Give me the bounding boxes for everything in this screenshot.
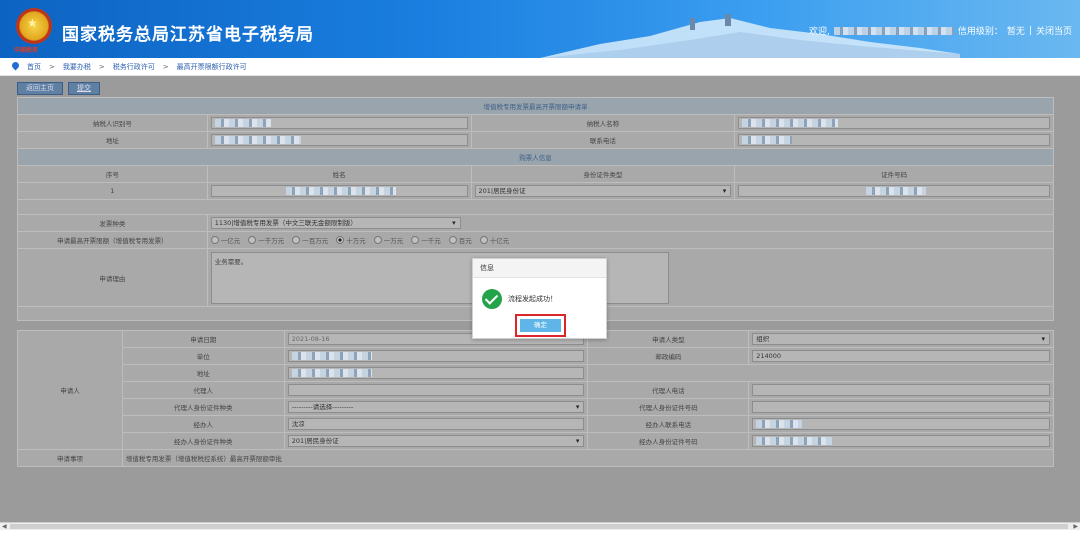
col-header-id-type: 身份证件类型 [470, 165, 736, 183]
unit-field [287, 350, 585, 362]
handler-id-no-field[interactable] [752, 435, 1050, 447]
limit-radio[interactable]: 一千元 [411, 235, 441, 245]
taxpayer-name-field [738, 117, 1050, 129]
user-bar: 欢迎, 信用级别： 暂无 | 关闭当页 [809, 24, 1072, 38]
dialog-body: 流程发起成功！ [482, 289, 557, 309]
ok-button-highlight: 确定 [515, 314, 566, 337]
limit-radio[interactable]: 一百万元 [292, 235, 328, 245]
buyer-index: 1 [17, 182, 208, 200]
buyer-section-title: 购票人信息 [17, 148, 1054, 166]
postcode-label: 邮政编码 [587, 347, 750, 365]
col-header-index: 序号 [17, 165, 208, 183]
applicant-type-label: 申请人类型 [587, 330, 750, 348]
agent-phone-field[interactable] [752, 384, 1050, 396]
submit-button[interactable]: 提交 [68, 82, 100, 95]
limit-label: 申请最高开票限额（增值税专用发票） [17, 231, 208, 249]
credit-label: 信用级别： [957, 27, 1003, 37]
applicant-group-label: 申请人 [17, 330, 123, 450]
postcode-field[interactable]: 214000 [752, 350, 1050, 362]
handler-phone-field[interactable] [752, 418, 1050, 430]
credit-value: 暂无 [1006, 27, 1025, 37]
limit-radio[interactable]: 百元 [449, 235, 472, 245]
empty-cell [587, 364, 1054, 382]
info-dialog: 信息 流程发起成功！ 确定 [472, 258, 607, 339]
scrollbar-thumb[interactable] [10, 524, 1068, 529]
user-name-redacted [833, 26, 954, 35]
handler-id-type-label: 经办人身份证件种类 [121, 432, 285, 450]
home-button[interactable]: 返回主页 [17, 82, 63, 95]
breadcrumb-sep: > [162, 62, 169, 71]
buyer-id-no-field[interactable] [738, 185, 1050, 197]
handler-id-no-label: 经办人身份证件号码 [587, 432, 750, 450]
breadcrumb-home[interactable]: 首页 [27, 62, 41, 72]
col-header-id-no: 证件号码 [734, 165, 1054, 183]
limit-radio[interactable]: 一亿元 [211, 235, 241, 245]
reason-label: 申请理由 [17, 248, 208, 307]
buyer-id-type-select[interactable]: 201|居民身份证 [474, 185, 732, 197]
buyer-name-field[interactable] [210, 185, 468, 197]
limit-radio[interactable]: 一千万元 [248, 235, 284, 245]
close-page-link[interactable]: 关闭当页 [1036, 24, 1072, 37]
address-label: 地址 [17, 131, 208, 149]
success-check-icon [482, 289, 502, 309]
spacer-row [17, 199, 1054, 215]
phone-label: 联系电话 [470, 131, 736, 149]
toolbar: 返回主页 提交 [17, 82, 100, 95]
handler-field[interactable]: 沈凉 [287, 418, 585, 430]
applicant-address-field[interactable] [287, 367, 585, 379]
dialog-message: 流程发起成功！ [508, 295, 557, 303]
matter-value: 增值税专用发票（增值税税控系统）最高开票限额审批 [121, 449, 1055, 467]
divider: | [1028, 25, 1032, 36]
limit-radio[interactable]: 一万元 [374, 235, 404, 245]
taxpayer-name-label: 纳税人名称 [470, 114, 736, 132]
handler-id-type-select[interactable]: 201|居民身份证 [287, 435, 585, 447]
site-header: ★ 中国税务 国家税务总局江苏省电子税务局 欢迎, 信用级别： 暂无 | 关闭当… [0, 0, 1080, 58]
handler-phone-label: 经办人联系电话 [587, 415, 750, 433]
welcome-text: 欢迎, [809, 27, 830, 37]
star-icon: ★ [27, 16, 38, 30]
agent-id-no-field[interactable] [752, 401, 1050, 413]
taxpayer-id-label: 纳税人识别号 [17, 114, 208, 132]
location-pin-icon [12, 62, 19, 71]
applicant-table: 申请人 申请日期 2021-08-16 申请人类型 组织 单位 邮政编码 214… [17, 330, 1055, 467]
taxpayer-id-field [210, 117, 468, 129]
applicant-type-select[interactable]: 组织 [752, 333, 1050, 345]
horizontal-scrollbar[interactable]: ◀ ▶ [0, 522, 1080, 530]
invoice-type-select[interactable]: 1130|增值税专用发票（中文三联无金额限制版） [210, 217, 461, 229]
matter-label: 申请事项 [17, 449, 123, 467]
agent-phone-label: 代理人电话 [587, 381, 750, 399]
breadcrumb-current[interactable]: 最高开票限额行政许可 [177, 62, 247, 72]
scroll-right-icon[interactable]: ▶ [1073, 523, 1078, 530]
breadcrumb-sep: > [49, 62, 55, 71]
breadcrumb-item[interactable]: 我要办税 [63, 62, 91, 72]
applicant-address-label: 地址 [121, 364, 285, 382]
agent-field[interactable] [287, 384, 585, 396]
phone-field [738, 134, 1050, 146]
unit-label: 单位 [121, 347, 285, 365]
handler-label: 经办人 [121, 415, 285, 433]
scroll-left-icon[interactable]: ◀ [2, 523, 7, 530]
agent-id-type-select[interactable]: ---------请选择--------- [287, 401, 585, 413]
limit-radio-selected[interactable]: 十万元 [336, 235, 366, 245]
site-title: 国家税务总局江苏省电子税务局 [62, 25, 314, 45]
limit-radio[interactable]: 十亿元 [480, 235, 510, 245]
breadcrumb-sep: > [98, 62, 105, 71]
agent-label: 代理人 [121, 381, 285, 399]
agent-id-type-label: 代理人身份证件种类 [121, 398, 285, 416]
breadcrumb-item[interactable]: 税务行政许可 [113, 62, 155, 72]
table-row: 1 201|居民身份证 [17, 182, 1054, 200]
dialog-title: 信息 [473, 259, 606, 278]
agent-id-no-label: 代理人身份证件号码 [587, 398, 750, 416]
col-header-name: 姓名 [206, 165, 472, 183]
emblem-tag: 中国税务 [14, 47, 39, 54]
limit-radio-group: 一亿元 一千万元 一百万元 十万元 一万元 一千元 百元 十亿元 [211, 235, 1050, 245]
invoice-type-label: 发票种类 [17, 214, 208, 232]
address-field [210, 134, 468, 146]
breadcrumb: 首页 > 我要办税 > 税务行政许可 > 最高开票限额行政许可 [0, 58, 1080, 76]
footer-strip [0, 530, 1080, 537]
date-label: 申请日期 [121, 330, 285, 348]
ok-button[interactable]: 确定 [520, 319, 561, 332]
form-title: 增值税专用发票最高开票限额申请单 [17, 97, 1054, 115]
